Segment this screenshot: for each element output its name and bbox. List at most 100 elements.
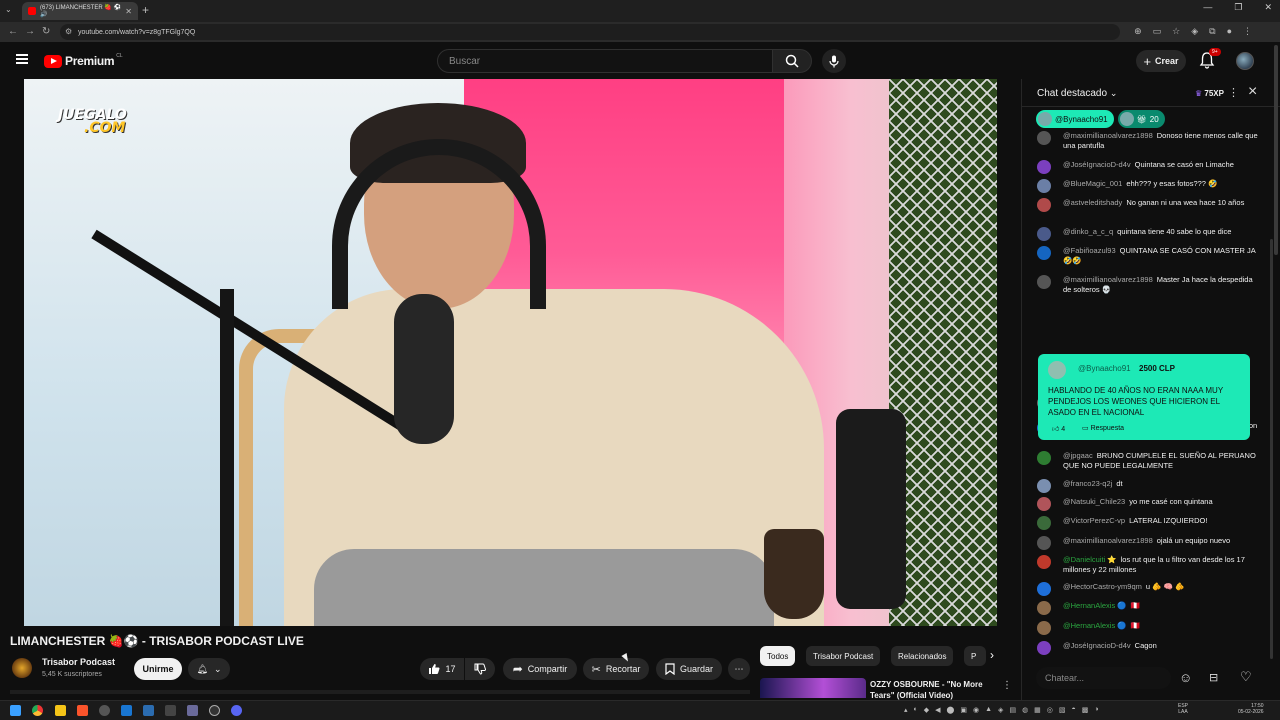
chat-author-avatar[interactable] [1037,479,1051,493]
join-button[interactable]: Unirme [134,658,182,680]
chat-author-name[interactable]: @Fabiñoazul93 [1063,246,1116,255]
restore-icon[interactable]: ❐ [1234,2,1242,13]
chip-todos[interactable]: Todos [760,646,796,666]
tray-icon[interactable]: ◐ [914,706,918,714]
window-close-icon[interactable]: ✕ [1264,2,1272,13]
cast-icon[interactable]: ▭ [1153,26,1162,37]
tray-icon[interactable]: ◓ [1072,706,1076,714]
clip-button[interactable]: ✂ Recortar [583,658,649,680]
chat-author-name[interactable]: @dinko_a_c_q [1063,227,1113,236]
zoom-icon[interactable]: ⊕ [1134,26,1142,37]
tray-icon[interactable]: ▲ [985,706,992,714]
video-player[interactable]: JUEGALO .COM [24,79,997,626]
user-avatar[interactable] [1236,52,1254,70]
search-button[interactable] [772,49,812,73]
file-explorer-icon[interactable] [55,705,66,716]
chat-author-avatar[interactable] [1037,497,1051,511]
chat-author-avatar[interactable] [1037,516,1051,530]
heart-icon[interactable]: ♡ [1240,669,1252,685]
tray-icon[interactable]: ⬤ [947,706,955,714]
chat-author-name[interactable]: @JoséIgnacioD-d4v [1063,641,1131,650]
discord-icon[interactable] [231,705,242,716]
tray-icon[interactable]: ▤ [1009,706,1016,714]
chat-mode-dropdown[interactable]: Chat destacado ⌄ [1037,88,1117,99]
reload-icon[interactable]: ↻ [42,26,50,37]
search-input[interactable]: Buscar [437,49,773,73]
tab-close-icon[interactable]: ✕ [125,7,132,16]
tray-icon[interactable]: ◀ [935,706,940,714]
tray-icon[interactable]: ▧ [1059,706,1066,714]
page-scrollbar[interactable] [1274,45,1278,255]
chip-truncated[interactable]: P [964,646,986,666]
save-button[interactable]: Guardar [656,658,722,680]
chat-author-name[interactable]: @maximillianoalvarez1898 [1063,131,1153,140]
tray-icon[interactable]: ▩ [1082,706,1089,714]
chat-options-icon[interactable]: ⋮ [1228,86,1239,99]
horizontal-scrollbar[interactable] [10,690,750,694]
chat-author-name[interactable]: @HectorCastro-ym9qm [1063,582,1142,591]
create-button[interactable]: + Crear [1136,50,1186,72]
tray-icon[interactable]: ▦ [1034,706,1041,714]
chat-author-avatar[interactable] [1037,451,1051,465]
chat-author-avatar[interactable] [1037,621,1051,635]
hamburger-menu-icon[interactable] [16,54,28,64]
app-icon[interactable] [187,705,198,716]
share-button[interactable]: ➦ Compartir [503,658,577,680]
tray-icon[interactable]: ▣ [960,706,967,714]
ticker-item[interactable]: @Bynaacho91 [1036,110,1114,128]
chat-author-avatar[interactable] [1037,246,1051,260]
chat-author-name[interactable]: @BlueMagic_001 [1063,179,1122,188]
input-language[interactable]: ESP LAA [1178,703,1188,715]
tray-icon[interactable]: ◈ [998,706,1003,714]
dislike-button[interactable] [465,658,495,680]
chat-author-name[interactable]: @maximillianoalvarez1898 [1063,536,1153,545]
channel-name[interactable]: Trisabor Podcast [42,657,115,667]
chat-author-name[interactable]: @franco23-q2j [1063,479,1112,488]
chevron-right-icon[interactable]: › [990,648,994,662]
app-icon[interactable] [165,705,176,716]
chat-author-avatar[interactable] [1037,601,1051,615]
chat-author-avatar[interactable] [1037,227,1051,241]
tray-icon[interactable]: ◎ [1047,706,1053,714]
menu-kebab-icon[interactable]: ⋮ [1243,26,1252,37]
tray-icon[interactable]: ▴ [904,706,908,714]
puzzle-icon[interactable]: ⧉ [1209,26,1215,37]
chat-author-avatar[interactable] [1037,198,1051,212]
chat-author-avatar[interactable] [1037,536,1051,550]
xp-badge[interactable]: ♛ 75XP [1195,89,1224,98]
brave-icon[interactable] [77,705,88,716]
new-tab-button[interactable]: + [142,3,149,17]
chat-author-name[interactable]: @HernanAlexis 🔵 [1063,621,1127,630]
super-chat-icon[interactable]: ⊟ [1209,671,1218,684]
bookmark-star-icon[interactable]: ☆ [1172,26,1180,37]
app-grid-icon[interactable] [143,705,154,716]
chat-author-name[interactable]: @JoséIgnacioD-d4v [1063,160,1131,169]
recommended-title[interactable]: OZZY OSBOURNE - "No More Tears" (Officia… [870,679,998,701]
chat-author-avatar[interactable] [1037,582,1051,596]
app-icon[interactable] [99,705,110,716]
chat-author-name[interactable]: @Natsuki_Chile23 [1063,497,1125,506]
chat-author-name[interactable]: @jpgaac [1063,451,1093,460]
super-chat-card[interactable]: @Bynaacho91 2500 CLP HABLANDO DE 40 AÑOS N… [1038,354,1250,440]
channel-avatar[interactable] [12,658,32,678]
chat-author-avatar[interactable] [1037,275,1051,289]
super-chat-reply-button[interactable]: ▭ Respuesta [1082,424,1124,432]
chat-author-avatar[interactable] [1037,131,1051,145]
chat-close-icon[interactable]: × [1248,83,1257,101]
chip-relacionados[interactable]: Relacionados [891,646,954,666]
minimize-icon[interactable]: — [1203,2,1212,13]
youtube-premium-logo[interactable]: Premium CL [44,53,123,68]
extension-icon[interactable]: ◈ [1191,26,1198,37]
more-actions-button[interactable]: ⋯ [728,658,750,680]
windows-start-icon[interactable] [10,705,21,716]
chat-input[interactable]: Chatear... [1036,667,1171,689]
tray-icon[interactable]: ◍ [1022,706,1028,714]
chat-author-name[interactable]: @astveleditshady [1063,198,1122,207]
super-chat-like-button[interactable]: 👍︎ 4 [1052,424,1065,433]
tray-icon[interactable]: ◑ [1094,706,1098,714]
forward-icon[interactable]: → [25,26,35,37]
chat-author-avatar[interactable] [1037,555,1051,569]
chat-author-avatar[interactable] [1037,641,1051,655]
clock[interactable]: 17:50 05-02-2026 [1238,703,1264,715]
tray-icon[interactable]: ◆ [924,706,929,714]
